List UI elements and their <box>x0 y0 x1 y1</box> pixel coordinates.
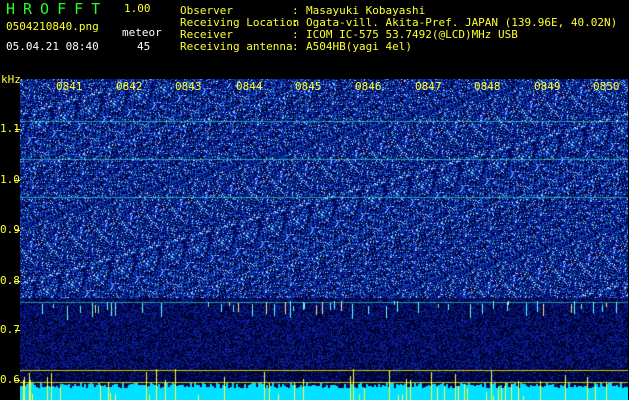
x-tick-label: 0845 <box>295 80 322 93</box>
y-tick-mark <box>15 330 20 331</box>
x-tick-label: 0844 <box>236 80 263 93</box>
y-tick-mark <box>15 129 20 130</box>
y-tick-mark <box>15 180 20 181</box>
y-tick-mark <box>15 230 20 231</box>
app-version: 1.00 <box>124 2 151 15</box>
meteor-count: 45 <box>137 40 151 53</box>
x-tick-label: 0850 <box>593 80 620 93</box>
date-time: 05.04.21 08:40 <box>6 40 99 53</box>
x-tick-label: 0841 <box>56 80 83 93</box>
x-tick-label: 0848 <box>474 80 501 93</box>
meta-key: Receiving antenna <box>180 40 293 53</box>
meta-antenna: Receiving antenna: A504HB(yagi 4el) <box>180 40 412 53</box>
y-axis-unit: kHz <box>1 73 21 86</box>
file-name: 0504210840.png <box>6 20 99 33</box>
y-tick-mark <box>15 380 20 381</box>
meteor-label: meteor <box>122 26 162 39</box>
x-tick-label: 0842 <box>116 80 143 93</box>
x-tick-label: 0846 <box>355 80 382 93</box>
meta-value: A504HB(yagi 4el) <box>306 40 412 53</box>
x-tick-label: 0843 <box>175 80 202 93</box>
y-tick-mark <box>15 281 20 282</box>
x-tick-label: 0847 <box>415 80 442 93</box>
x-tick-label: 0849 <box>534 80 561 93</box>
app-name: HROFFT <box>6 0 109 18</box>
spectrogram[interactable] <box>20 79 628 400</box>
meta-sep: : <box>292 40 299 53</box>
